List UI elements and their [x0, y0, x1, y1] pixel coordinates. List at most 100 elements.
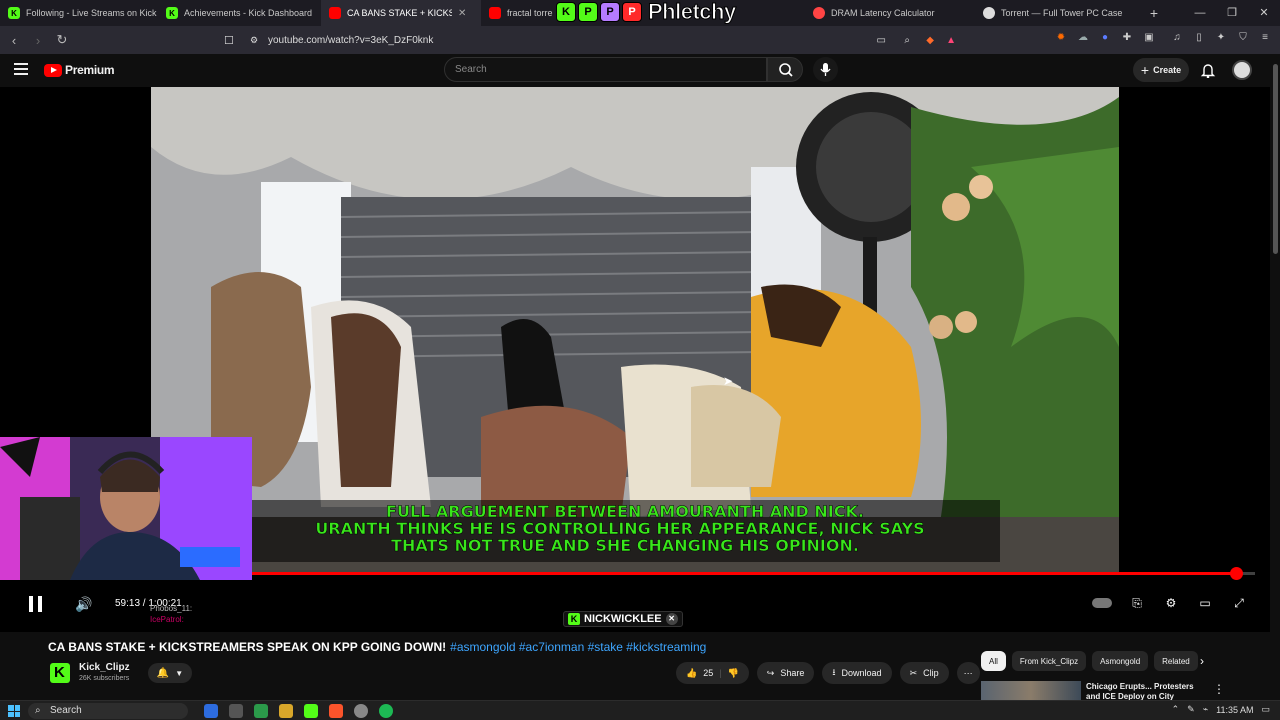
extension-icon[interactable]: ▣	[1142, 31, 1156, 45]
recommendation-filters: All From Kick_Clipz Asmongold Related	[981, 651, 1198, 671]
brave-icon[interactable]	[329, 704, 343, 718]
webcam-overlay	[0, 437, 252, 580]
taskbar-app-icon[interactable]	[354, 704, 368, 718]
video-player[interactable]: ➤ FULL ARGUEMENT BETWEEN AMOURANTH AND N…	[0, 87, 1270, 632]
pen-icon[interactable]: ✎	[1187, 704, 1195, 715]
pip-icon[interactable]: ▭	[877, 35, 886, 46]
extension-icon[interactable]: ●	[1098, 31, 1112, 45]
filter-chip-all[interactable]: All	[981, 651, 1006, 671]
channel-avatar[interactable]	[50, 663, 70, 683]
restore-icon[interactable]: ❐	[1216, 0, 1248, 26]
sidebar-icon[interactable]: ▯	[1192, 31, 1206, 45]
thumbs-down-icon[interactable]: 👎	[728, 668, 739, 679]
chevron-right-icon[interactable]: ›	[1200, 654, 1204, 668]
forward-icon[interactable]: ›	[28, 33, 48, 48]
create-button[interactable]: + Create	[1133, 58, 1189, 82]
autoplay-toggle[interactable]	[1092, 598, 1112, 608]
video-title-text: CA BANS STAKE + KICKSTREAMERS SPEAK ON K…	[48, 640, 447, 654]
share-button[interactable]: ↪ Share	[756, 662, 815, 684]
tab-label: CA BANS STAKE + KICKSTREAMERS	[347, 8, 452, 18]
page-scrollbar[interactable]	[1270, 54, 1280, 632]
voice-search-button[interactable]	[813, 57, 838, 82]
tab-youtube-active[interactable]: CA BANS STAKE + KICKSTREAMERS ✕	[321, 0, 481, 26]
volume-icon[interactable]: 🔊	[75, 596, 92, 613]
tab-youtube-fractal[interactable]: fractal torre	[481, 0, 555, 26]
download-label: Download	[841, 668, 882, 678]
recommended-video-thumbnail[interactable]	[981, 681, 1081, 701]
chevron-up-icon[interactable]: ⌃	[1172, 704, 1180, 715]
taskbar-app-icon[interactable]	[229, 704, 243, 718]
video-actions: 👍 25 | 👎 ↪ Share ⭳ Download ✂ Clip ⋯	[676, 662, 980, 684]
chat-username: Phobos_11:	[150, 604, 193, 613]
close-window-icon[interactable]: ✕	[1248, 0, 1280, 26]
kick-icon[interactable]	[304, 704, 318, 718]
search-button[interactable]	[767, 57, 803, 82]
browser-menu-icon[interactable]: ≡	[1258, 31, 1272, 45]
fullscreen-icon[interactable]: ⤢	[1230, 595, 1248, 611]
close-tab-icon[interactable]: ✕	[458, 8, 466, 19]
download-icon: ⭳	[832, 667, 836, 677]
more-actions-button[interactable]: ⋯	[956, 662, 980, 684]
reload-icon[interactable]: ↻	[52, 32, 72, 48]
more-vertical-icon[interactable]: ⋮	[1213, 682, 1225, 696]
share-icon: ↪	[766, 667, 775, 678]
cursor-icon: ➤	[723, 374, 734, 388]
extension-icons: ✹ ☁ ● ✚ ▣ ♫ ▯ ✦ ⛉ ≡	[1054, 31, 1272, 45]
clock[interactable]: 11:35 AM	[1216, 705, 1253, 715]
puzzle-icon[interactable]: ✚	[1120, 31, 1134, 45]
webcam-image	[0, 437, 252, 580]
site-info-icon[interactable]: ⚙	[250, 35, 258, 46]
video-hashtags[interactable]: #asmongold #ac7ionman #stake #kickstream…	[450, 640, 706, 654]
leo-icon[interactable]: ✦	[1214, 31, 1228, 45]
bookmark-icon[interactable]: ☐	[224, 34, 234, 47]
back-icon[interactable]: ‹	[4, 33, 24, 48]
minimize-icon[interactable]: —	[1184, 0, 1216, 26]
clip-button[interactable]: ✂ Clip	[899, 662, 949, 684]
download-button[interactable]: ⭳ Download	[822, 662, 892, 684]
extension-icon[interactable]: ✹	[1054, 31, 1068, 45]
notification-center-icon[interactable]: ▭	[1261, 704, 1270, 715]
youtube-logo[interactable]: Premium	[44, 63, 115, 77]
filter-chip-related[interactable]: Related	[1154, 651, 1198, 671]
bell-icon: 🔔	[156, 667, 170, 679]
scrubber-handle[interactable]	[1229, 567, 1243, 580]
subscribed-button[interactable]: 🔔 ▼	[148, 663, 192, 683]
tab-kick-following[interactable]: K Following - Live Streams on Kick	[0, 0, 158, 26]
music-icon[interactable]: ♫	[1170, 31, 1184, 45]
recommended-video-title[interactable]: Chicago Erupts... Protesters and ICE Dep…	[1086, 682, 1196, 700]
tab-torrent-case[interactable]: Torrent — Full Tower PC Case	[975, 0, 1140, 26]
filter-chip-channel[interactable]: From Kick_Clipz	[1011, 651, 1087, 671]
logo-label: Premium	[65, 63, 115, 77]
scrollbar-thumb[interactable]	[1273, 64, 1278, 254]
address-bar[interactable]: ☐ ⚙ youtube.com/watch?v=3eK_DzF0knk ▭ ⌕ …	[222, 30, 964, 50]
notifications-button[interactable]	[1200, 62, 1216, 79]
hamburger-menu-icon[interactable]	[14, 63, 28, 77]
video-progress-bar[interactable]	[252, 567, 1255, 580]
settings-gear-icon[interactable]: ⚙	[1162, 595, 1180, 611]
zoom-icon[interactable]: ⌕	[904, 35, 910, 46]
pause-button[interactable]	[29, 596, 43, 612]
extension-icon[interactable]: ☁	[1076, 31, 1090, 45]
channel-name[interactable]: Kick_Clipz	[79, 662, 130, 673]
folder-icon[interactable]	[279, 704, 293, 718]
theater-mode-icon[interactable]: ▭	[1196, 595, 1214, 611]
windows-start-icon[interactable]	[8, 705, 20, 717]
thumbs-up-icon[interactable]: 👍	[686, 668, 697, 679]
taskbar-app-icon[interactable]	[254, 704, 268, 718]
network-icon[interactable]: ⌁	[1203, 704, 1208, 715]
stream-overlay-logo: K P P P Phletchy	[556, 0, 737, 25]
captions-icon[interactable]: ⎘	[1128, 595, 1146, 611]
tab-kick-achievements[interactable]: K Achievements - Kick Dashboard	[158, 0, 321, 26]
taskbar-search[interactable]: ⌕ Search	[28, 703, 188, 719]
wallet-icon[interactable]: ⛉	[1236, 31, 1250, 45]
user-avatar[interactable]	[1232, 60, 1252, 80]
search-icon: ⌕	[35, 705, 41, 716]
taskbar-app-icon[interactable]	[204, 704, 218, 718]
brave-rewards-icon[interactable]: ▲	[946, 35, 956, 46]
brave-shield-icon[interactable]: ◆	[926, 35, 934, 46]
spotify-icon[interactable]	[379, 704, 393, 718]
filter-chip-asmongold[interactable]: Asmongold	[1092, 651, 1149, 671]
new-tab-button[interactable]: +	[1140, 5, 1168, 21]
overlay-badge: P	[578, 2, 598, 22]
search-input[interactable]: Search	[444, 57, 767, 82]
